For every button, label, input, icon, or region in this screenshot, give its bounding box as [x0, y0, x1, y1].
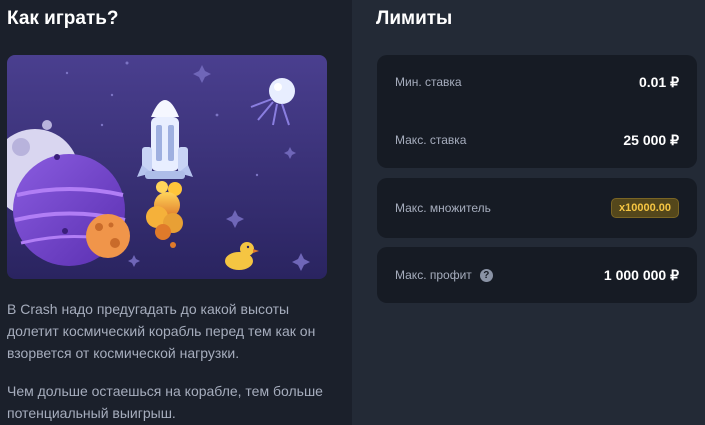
max-profit-label: Макс. профит — [395, 268, 472, 282]
how-to-play-title: Как играть? — [7, 8, 119, 29]
how-to-play-panel: Как играть? В Crash надо предугадать до … — [0, 0, 352, 425]
min-bet-row: Мин. ставка 0.01 ₽ — [377, 71, 697, 93]
space-scene-image — [7, 55, 327, 279]
max-multiplier-card: Макс. множитель x10000.00 — [377, 178, 697, 238]
bet-limits-card: Мин. ставка 0.01 ₽ Макс. ставка 25 000 ₽ — [377, 55, 697, 168]
min-bet-label: Мин. ставка — [395, 75, 462, 89]
help-icon[interactable]: ? — [479, 268, 493, 282]
max-profit-label-group: Макс. профит ? — [395, 268, 493, 282]
max-multiplier-label: Макс. множитель — [395, 201, 491, 215]
limits-title: Лимиты — [376, 8, 453, 29]
max-profit-row: Макс. профит ? 1 000 000 ₽ — [377, 264, 697, 286]
max-bet-label: Макс. ставка — [395, 133, 467, 147]
description-paragraph-1: В Crash надо предугадать до какой высоты… — [7, 301, 316, 361]
limits-panel: Лимиты Мин. ставка 0.01 ₽ Макс. ставка 2… — [352, 0, 705, 425]
min-bet-value: 0.01 ₽ — [638, 73, 679, 90]
crash-illustration — [7, 55, 327, 279]
max-multiplier-badge: x10000.00 — [611, 198, 679, 218]
max-profit-card: Макс. профит ? 1 000 000 ₽ — [377, 247, 697, 303]
max-bet-value: 25 000 ₽ — [623, 131, 679, 148]
description-paragraph-2: Чем дольше остаешься на корабле, тем бол… — [7, 383, 323, 421]
max-multiplier-row: Макс. множитель x10000.00 — [377, 197, 697, 219]
max-bet-row: Макс. ставка 25 000 ₽ — [377, 129, 697, 151]
max-profit-value: 1 000 000 ₽ — [603, 266, 679, 283]
